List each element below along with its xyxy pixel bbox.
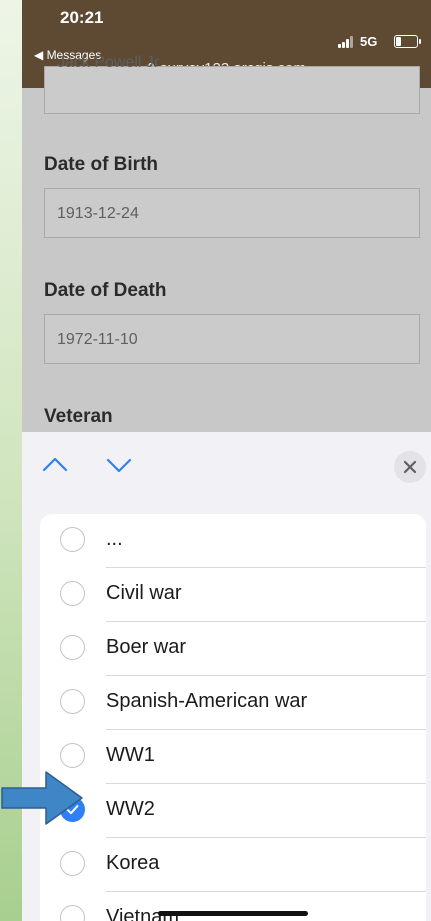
date-of-death-value: 1972-11-10 xyxy=(57,331,138,348)
arrow-right-icon xyxy=(1,771,83,825)
option-label: WW2 xyxy=(106,798,155,820)
battery-icon xyxy=(394,35,421,48)
option-spanish-american-war[interactable]: Spanish-American war xyxy=(40,676,426,730)
option-label: Boer war xyxy=(106,636,187,658)
name-field-value: Jack Powell Jr xyxy=(57,54,160,71)
date-of-birth-value: 1913-12-24 xyxy=(57,205,139,222)
radio-icon xyxy=(60,527,85,552)
signal-icon xyxy=(338,36,356,48)
date-of-birth-field[interactable]: 1913-12-24 xyxy=(44,188,420,238)
option-ww1[interactable]: WW1 xyxy=(40,730,426,784)
radio-icon xyxy=(60,635,85,660)
date-of-birth-label: Date of Birth xyxy=(44,154,158,175)
radio-icon xyxy=(60,851,85,876)
radio-icon xyxy=(60,581,85,606)
radio-icon xyxy=(60,743,85,768)
network-label: 5G xyxy=(360,34,378,49)
option-boer-war[interactable]: Boer war xyxy=(40,622,426,676)
picker-sheet: ... Civil war Boer war Spanish-American … xyxy=(22,432,431,921)
option-label: Korea xyxy=(106,852,160,874)
radio-icon xyxy=(60,689,85,714)
option-label: WW1 xyxy=(106,744,155,766)
radio-icon xyxy=(60,905,85,921)
status-time: 20:21 xyxy=(60,8,104,27)
home-indicator[interactable] xyxy=(158,911,308,916)
option-korea[interactable]: Korea xyxy=(40,838,426,892)
option-ellipsis[interactable]: ... xyxy=(40,514,426,568)
date-of-death-label: Date of Death xyxy=(44,280,167,301)
option-civil-war[interactable]: Civil war xyxy=(40,568,426,622)
picker-toolbar xyxy=(22,432,431,498)
option-label: Civil war xyxy=(106,582,182,604)
option-vietnam[interactable]: Vietnam xyxy=(40,892,426,921)
option-label: Spanish-American war xyxy=(106,690,308,712)
option-ww2[interactable]: WW2 xyxy=(40,784,426,838)
options-list: ... Civil war Boer war Spanish-American … xyxy=(40,514,426,921)
chevron-down-icon[interactable] xyxy=(104,450,134,480)
date-of-death-field[interactable]: 1972-11-10 xyxy=(44,314,420,364)
name-field[interactable]: Jack Powell Jr xyxy=(44,55,420,114)
option-label: ... xyxy=(106,528,123,550)
veteran-label: Veteran xyxy=(44,406,113,427)
chevron-up-icon[interactable] xyxy=(40,450,70,480)
close-icon[interactable] xyxy=(394,451,426,483)
